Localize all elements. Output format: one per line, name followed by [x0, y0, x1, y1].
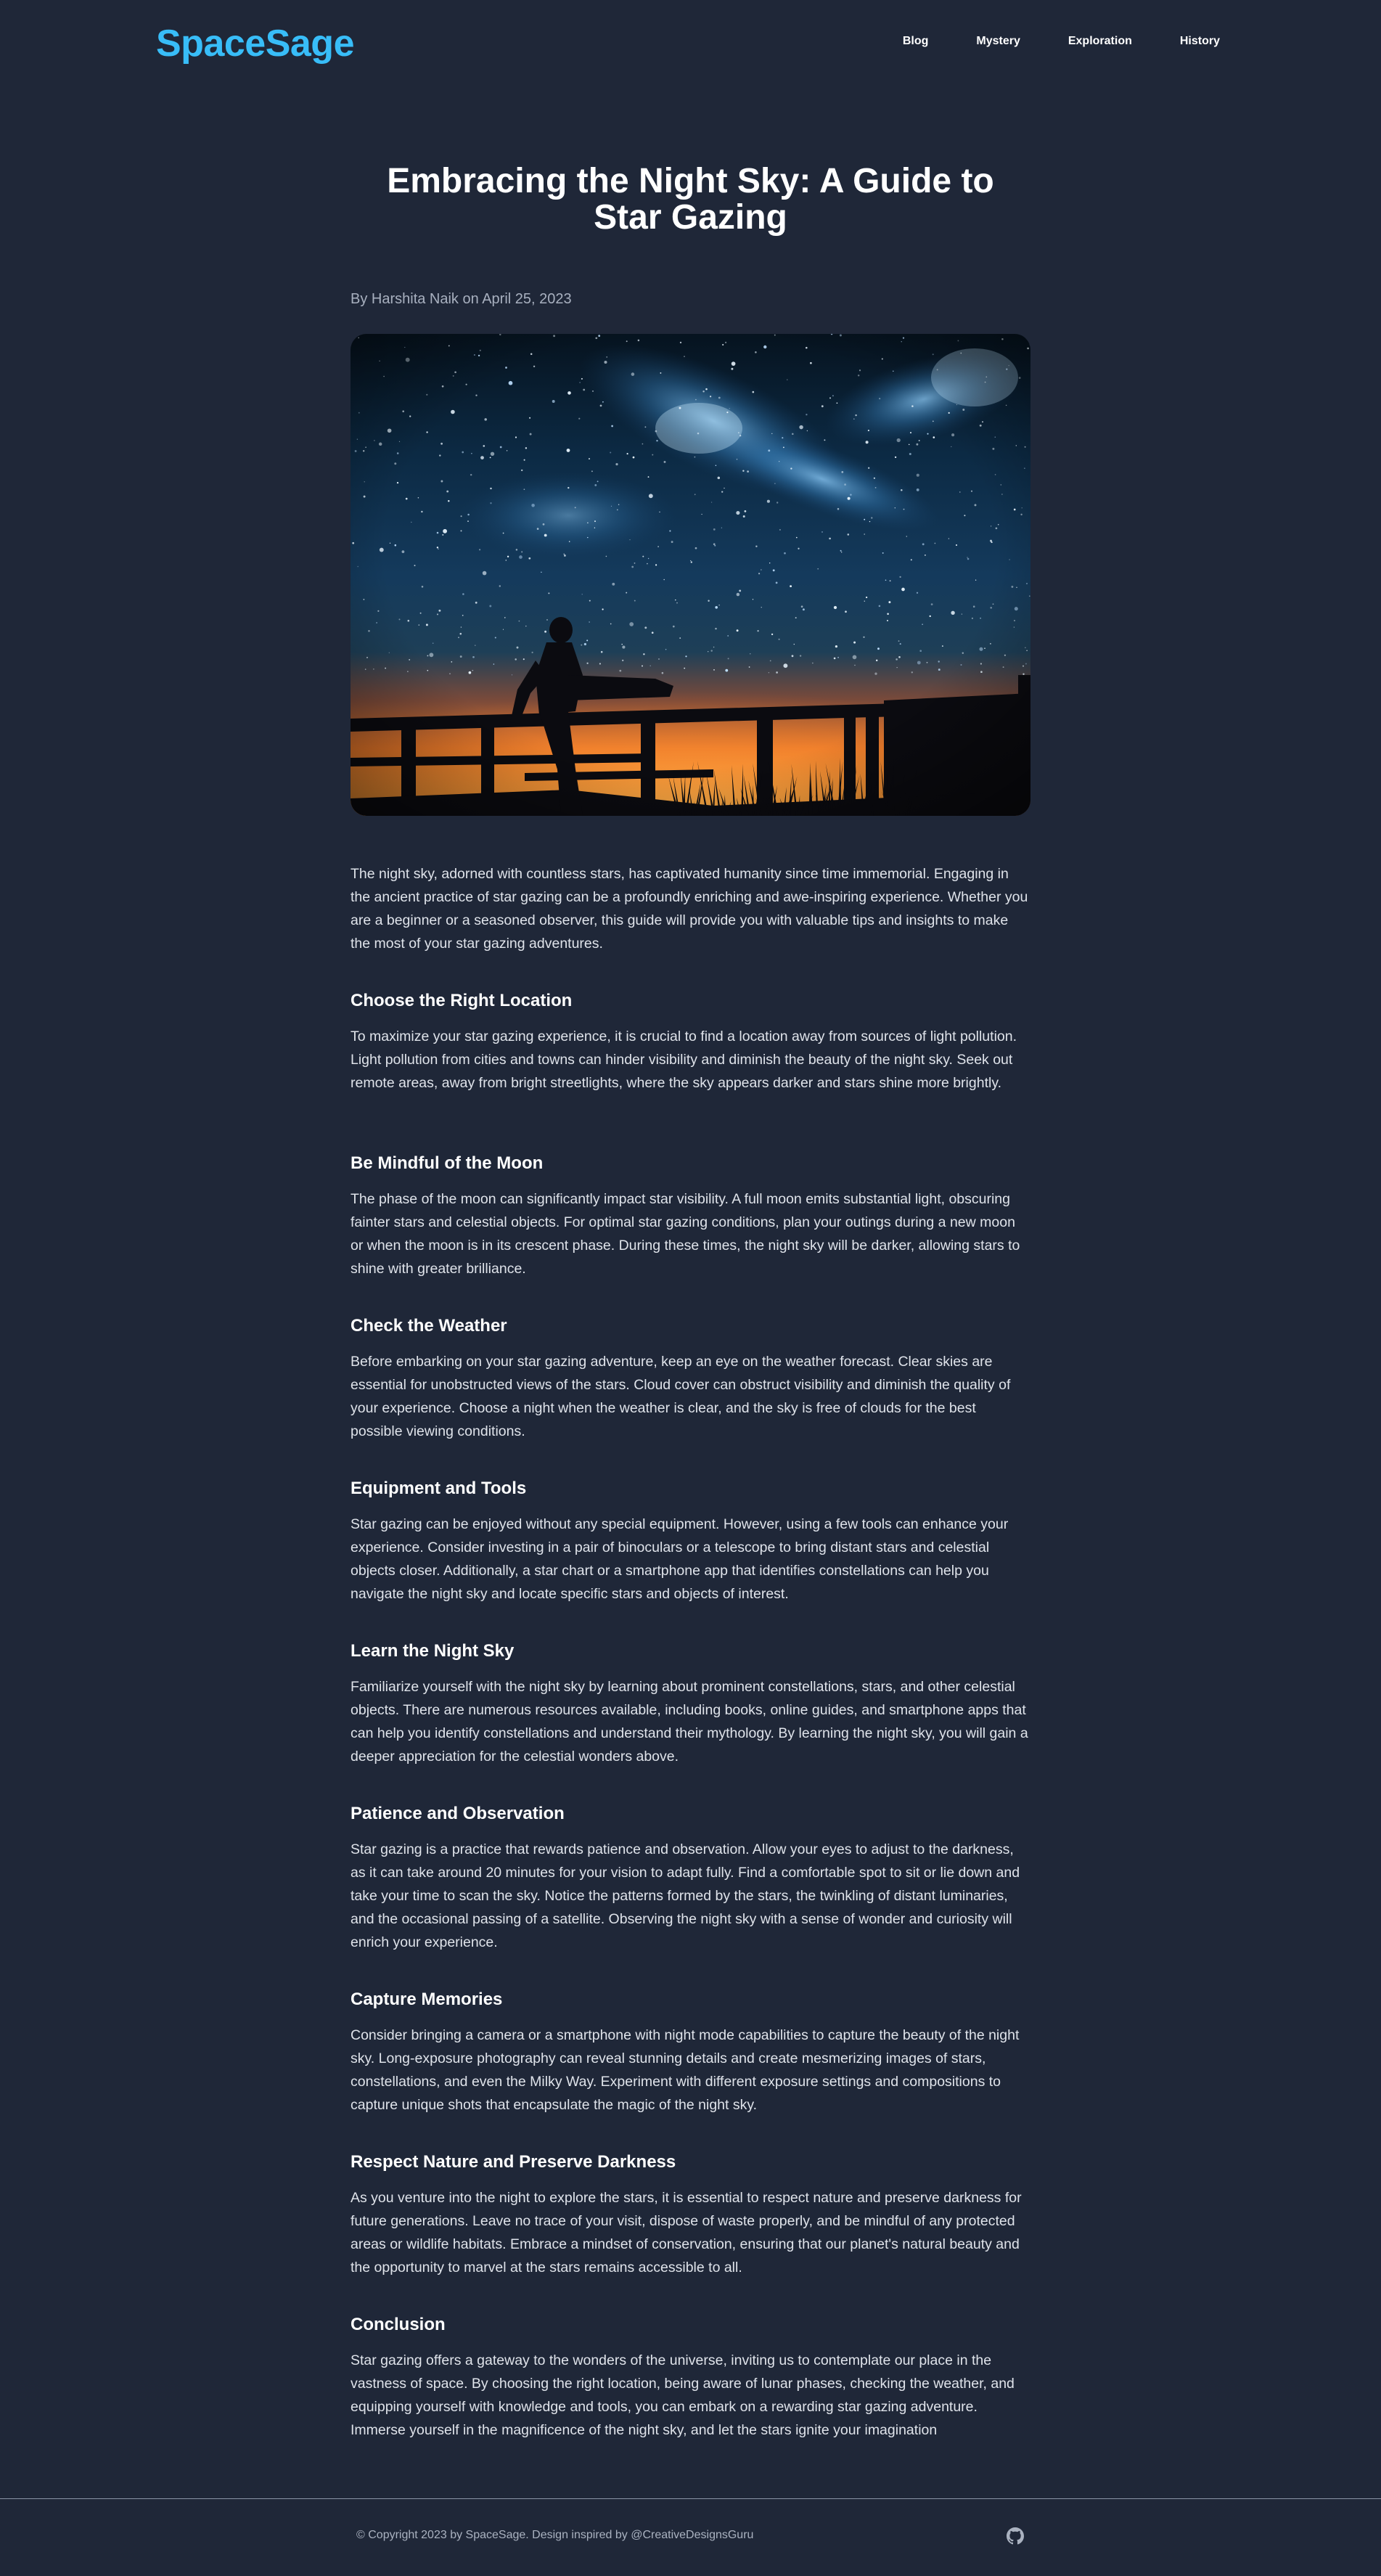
- section-heading-weather: Check the Weather: [351, 1316, 507, 1336]
- footer-copyright: © Copyright 2023 by SpaceSage. Design in…: [356, 2529, 754, 2541]
- section-heading-capture: Capture Memories: [351, 1990, 503, 2009]
- article-byline: By Harshita Naik on April 25, 2023: [351, 291, 572, 307]
- section-heading-respect: Respect Nature and Preserve Darkness: [351, 2152, 676, 2172]
- section-heading-equipment: Equipment and Tools: [351, 1479, 527, 1498]
- section-text-patience: Star gazing is a practice that rewards p…: [351, 1841, 1020, 1950]
- site-logo[interactable]: SpaceSage: [156, 22, 355, 65]
- section-text-learn: Familiarize yourself with the night sky …: [351, 1679, 1028, 1765]
- footer-divider: [0, 2498, 1381, 2499]
- article-title: Embracing the Night Sky: A Guide to Star…: [387, 162, 994, 237]
- nav-link-exploration[interactable]: Exploration: [1068, 35, 1132, 48]
- section-text-moon: The phase of the moon can significantly …: [351, 1191, 1020, 1277]
- section-heading-patience: Patience and Observation: [351, 1804, 565, 1823]
- article-intro: The night sky, adorned with countless st…: [351, 866, 1028, 952]
- section-heading-moon: Be Mindful of the Moon: [351, 1153, 544, 1173]
- section-heading-learn: Learn the Night Sky: [351, 1641, 515, 1661]
- section-text-equipment: Star gazing can be enjoyed without any s…: [351, 1516, 1009, 1602]
- section-heading-location: Choose the Right Location: [351, 991, 573, 1010]
- section-heading-conclusion: Conclusion: [351, 2315, 446, 2334]
- section-text-weather: Before embarking on your star gazing adv…: [351, 1354, 1011, 1439]
- main-nav: Blog Mystery Exploration History: [855, 35, 1220, 48]
- section-text-capture: Consider bringing a camera or a smartpho…: [351, 2027, 1020, 2113]
- hero-image: [351, 334, 1030, 816]
- nav-link-mystery[interactable]: Mystery: [976, 35, 1020, 48]
- site-header: SpaceSage Blog Mystery Exploration Histo…: [0, 0, 1381, 87]
- section-text-location: To maximize your star gazing experience,…: [351, 1029, 1017, 1091]
- nav-link-blog[interactable]: Blog: [903, 35, 929, 48]
- section-text-conclusion: Star gazing offers a gateway to the wond…: [351, 2352, 1015, 2438]
- page: SpaceSage Blog Mystery Exploration Histo…: [0, 0, 1381, 2576]
- section-text-respect: As you venture into the night to explore…: [351, 2190, 1022, 2276]
- nav-link-history[interactable]: History: [1180, 35, 1220, 48]
- github-icon[interactable]: [1007, 2527, 1024, 2545]
